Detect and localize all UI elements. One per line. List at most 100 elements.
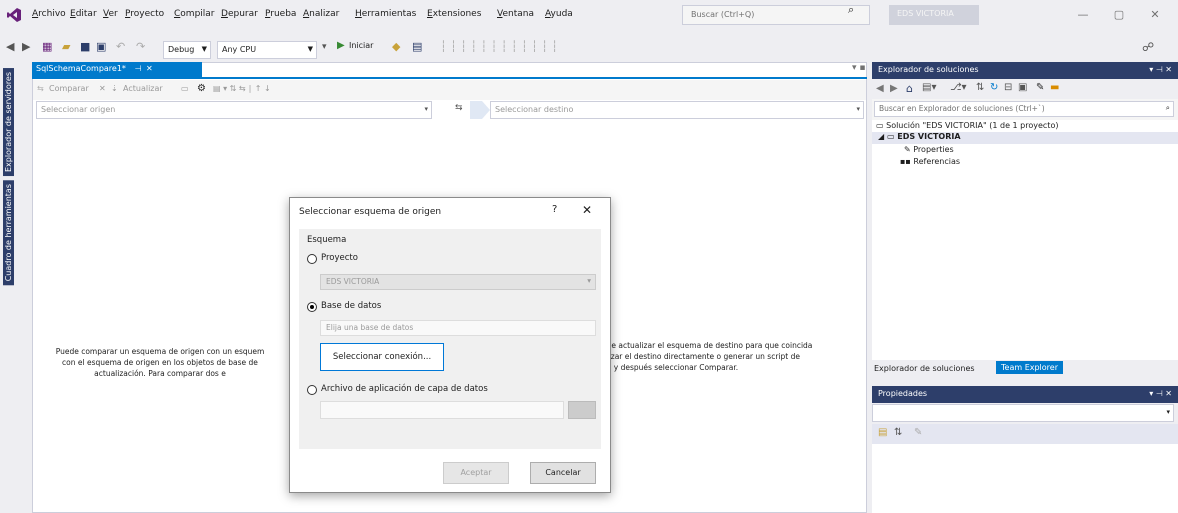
menu-ventana[interactable]: Ventana [497, 9, 534, 19]
alphabetical-icon[interactable]: ⇅ [894, 427, 902, 438]
target-schema-dropdown[interactable]: Seleccionar destino ▾ [490, 101, 864, 119]
menu-ayuda[interactable]: Ayuda [545, 9, 573, 19]
project-node[interactable]: ◢ ▭ EDS VICTORIA [878, 132, 961, 141]
description-line: Puede comparar un esquema de origen con … [55, 347, 265, 356]
update-icon[interactable]: ⇣ [111, 84, 118, 93]
start-button[interactable]: Iniciar [349, 41, 373, 50]
home-icon[interactable]: ⌂ [906, 82, 913, 95]
description-line: ede actualizar el esquema de destino par… [602, 341, 813, 350]
forward-icon[interactable]: ▶ [890, 83, 898, 94]
dacpac-radio-label[interactable]: Archivo de aplicación de capa de datos [321, 384, 488, 394]
tab-team-explorer[interactable]: Team Explorer [996, 361, 1063, 374]
close-window-icon[interactable]: ✕ [1140, 4, 1170, 26]
menu-extensiones[interactable]: Extensiones [427, 9, 481, 19]
compare-icon[interactable]: ⇆ [37, 84, 44, 93]
dialog-close-icon[interactable]: ✕ [582, 203, 592, 217]
update-button[interactable]: Actualizar [123, 84, 163, 93]
menu-prueba[interactable]: Prueba [265, 9, 296, 19]
pin-icon[interactable]: ⊣ [134, 64, 141, 73]
live-share-icon[interactable]: ☍ [1142, 40, 1154, 54]
document-tab[interactable]: SqlSchemaCompare1* ⊣ ✕ [32, 62, 202, 78]
references-node-label: Referencias [913, 157, 961, 166]
project-radio[interactable] [307, 254, 317, 264]
chevron-down-icon: ▾ [587, 276, 591, 285]
panel-window-icons[interactable]: ▾ ⊣ ✕ [1149, 65, 1172, 74]
platform-dropdown[interactable]: Any CPU ▼ [217, 41, 317, 59]
start-play-icon[interactable]: ▶ [337, 40, 345, 51]
compare-button[interactable]: Comparar [49, 84, 89, 93]
expand-arrow-icon: ◢ [878, 132, 887, 141]
minimize-icon[interactable]: — [1068, 4, 1098, 26]
menu-editar[interactable]: Editar [70, 9, 97, 19]
references-node[interactable]: ▪▪ Referencias [900, 157, 960, 166]
close-tab-icon[interactable]: ✕ [146, 64, 153, 73]
menu-archivo[interactable]: Archivo [32, 9, 66, 19]
categorized-icon[interactable]: ▤ [878, 427, 887, 438]
search-input[interactable]: Buscar (Ctrl+Q) [682, 5, 870, 25]
redo-icon[interactable]: ↷ [136, 40, 145, 53]
swap-source-target-icon[interactable]: ⇆ [455, 103, 463, 113]
save-icon[interactable]: ■ [80, 40, 90, 53]
dropdown-arrow-icon[interactable]: ▾ [322, 42, 327, 52]
description-text-left: Puede comparar un esquema de origen con … [36, 346, 284, 379]
project-node-label: EDS VICTORIA [897, 132, 961, 141]
document-tab-title: SqlSchemaCompare1* [36, 64, 126, 73]
solution-node-label: Solución "EDS VICTORIA" (1 de 1 proyecto… [886, 121, 1059, 130]
menu-ver[interactable]: Ver [103, 9, 118, 19]
switch-views-icon[interactable]: ▤▾ [922, 82, 936, 93]
properties-object-dropdown[interactable]: ▾ [872, 404, 1174, 422]
toolbox-tab[interactable]: Cuadro de herramientas [3, 180, 14, 286]
dacpac-radio[interactable] [307, 385, 317, 395]
tab-solution-explorer[interactable]: Explorador de soluciones [874, 364, 975, 373]
stop-icon[interactable]: ✕ [99, 84, 106, 93]
show-all-files-icon[interactable]: ▣ [1018, 82, 1027, 93]
server-explorer-tab[interactable]: Explorador de servidores [3, 68, 14, 177]
menu-compilar[interactable]: Compilar [174, 9, 215, 19]
database-radio-label[interactable]: Base de datos [321, 301, 381, 311]
pending-changes-filter-icon[interactable]: ⎇▾ [950, 82, 967, 93]
save-all-icon[interactable]: ▣ [96, 40, 106, 53]
solution-explorer-search[interactable]: Buscar en Explorador de soluciones (Ctrl… [874, 101, 1174, 117]
menu-analizar[interactable]: Analizar [303, 9, 339, 19]
back-icon[interactable]: ◀ [876, 83, 884, 94]
search-icon[interactable]: ⌕ [848, 3, 854, 17]
configuration-dropdown[interactable]: Debug ▼ [163, 41, 211, 59]
target-placeholder: Seleccionar destino [495, 105, 574, 114]
new-item-icon[interactable]: ▦ [42, 40, 52, 53]
restore-icon[interactable]: ▢ [1104, 4, 1134, 26]
refresh-icon[interactable]: ↻ [990, 82, 998, 93]
solution-node[interactable]: ▭ Solución "EDS VICTORIA" (1 de 1 proyec… [876, 121, 1058, 130]
menu-depurar[interactable]: Depurar [221, 9, 258, 19]
project-icon: ▭ [886, 132, 898, 141]
undo-icon[interactable]: ↶ [116, 40, 125, 53]
property-pages-icon[interactable]: ✎ [914, 427, 922, 438]
properties-wrench-icon[interactable]: ✎ [1036, 82, 1044, 93]
source-schema-dropdown[interactable]: Seleccionar origen ▾ [36, 101, 432, 119]
select-connection-button[interactable]: Seleccionar conexión... [320, 343, 444, 371]
properties-node-label: Properties [913, 145, 954, 154]
menu-proyecto[interactable]: Proyecto [125, 9, 164, 19]
layout-icon[interactable]: ▤ [412, 40, 422, 53]
options-gear-icon[interactable]: ⚙ [197, 83, 206, 94]
hot-reload-icon[interactable]: ◆ [392, 40, 400, 53]
collapse-all-icon[interactable]: ⊟ [1004, 82, 1012, 93]
ok-button[interactable]: Aceptar [443, 462, 509, 484]
generate-script-icon[interactable]: ▭ [181, 84, 189, 93]
panel-window-icons[interactable]: ▾ ⊣ ✕ [1149, 389, 1172, 398]
chevron-down-icon: ▾ [1166, 408, 1170, 416]
project-radio-label[interactable]: Proyecto [321, 253, 358, 263]
sync-icon[interactable]: ⇅ [976, 82, 984, 93]
group-results-icon[interactable]: ▤ ▾ ⇅ ⇆ ∣ ↑ ↓ [213, 84, 271, 93]
properties-node[interactable]: ✎ Properties [904, 145, 954, 154]
forward-icon[interactable]: ▶ [22, 40, 30, 53]
cancel-button[interactable]: Cancelar [530, 462, 596, 484]
solution-icon: ▭ [876, 121, 887, 130]
menu-herramientas[interactable]: Herramientas [355, 9, 416, 19]
preview-icon[interactable]: ▬ [1050, 82, 1059, 93]
help-icon[interactable]: ? [552, 204, 557, 215]
tab-overflow-icon[interactable]: ▾ ▪ [852, 63, 865, 73]
back-icon[interactable]: ◀ [6, 40, 14, 53]
open-folder-icon[interactable]: ▰ [62, 40, 70, 53]
format-icons[interactable]: ┆ ┆ ┆ ┆ ┆ ┆ ┆ ┆ ┆ ┆ ┆ ┆ [440, 40, 558, 53]
database-radio[interactable] [307, 302, 317, 312]
